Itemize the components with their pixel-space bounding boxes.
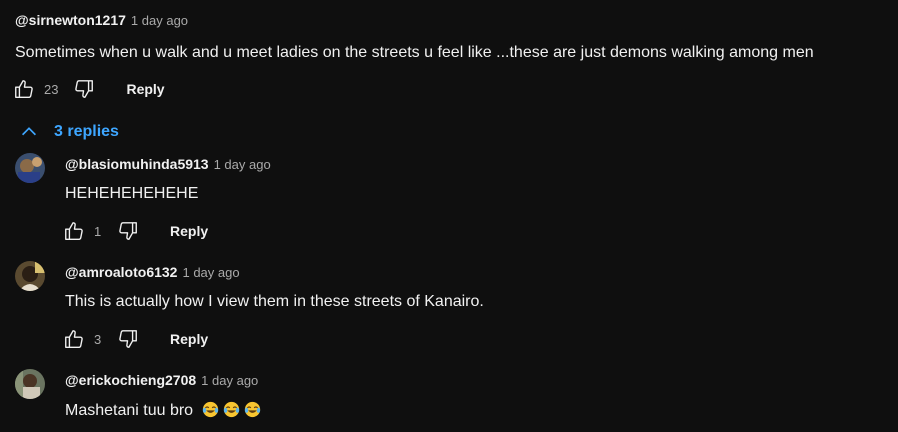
tears-of-joy-emoji [244, 401, 261, 418]
reply-author[interactable]: @erickochieng2708 [65, 372, 196, 388]
reply-author[interactable]: @amroaloto6132 [65, 264, 177, 280]
dislike-button[interactable] [116, 219, 140, 243]
comment-actions: 23 Reply [12, 77, 165, 101]
dislike-button[interactable] [72, 77, 96, 101]
like-button[interactable] [62, 327, 86, 351]
tears-of-joy-emoji [223, 401, 240, 418]
thumbs-up-icon [15, 80, 33, 98]
avatar[interactable] [15, 153, 45, 183]
like-count: 3 [94, 331, 102, 347]
thumbs-up-icon [65, 222, 83, 240]
like-count: 1 [94, 223, 102, 239]
reply-text: HEHEHEHEHEHE [65, 185, 199, 202]
reply-time[interactable]: 1 day ago [201, 373, 258, 388]
reply-text-content: Mashetani tuu bro [65, 402, 194, 419]
comment-author[interactable]: @sirnewton1217 [15, 12, 126, 28]
thumbs-down-icon [75, 80, 94, 98]
like-count: 23 [44, 81, 59, 97]
reply-header: @blasiomuhinda5913 1 day ago [65, 156, 271, 174]
avatar[interactable] [15, 369, 45, 399]
reply-header: @amroaloto6132 1 day ago [65, 264, 240, 282]
comment-header: @sirnewton1217 1 day ago [15, 12, 188, 30]
chevron-up-icon [21, 127, 37, 136]
dislike-button[interactable] [116, 327, 140, 351]
tears-of-joy-emoji [202, 401, 219, 418]
avatar[interactable] [15, 261, 45, 291]
like-button[interactable] [12, 77, 36, 101]
replies-toggle-button[interactable]: 3 replies [18, 120, 119, 144]
reply-button[interactable]: Reply [126, 81, 164, 97]
thumbs-down-icon [119, 222, 137, 240]
comment-time[interactable]: 1 day ago [131, 13, 188, 28]
like-button[interactable] [62, 219, 86, 243]
reply-header: @erickochieng2708 1 day ago [65, 372, 258, 390]
reply-button[interactable]: Reply [170, 331, 208, 347]
reply-actions: 1 Reply [62, 219, 208, 243]
reply-time[interactable]: 1 day ago [182, 265, 239, 280]
thumbs-up-icon [65, 330, 83, 348]
reply-text: This is actually how I view them in thes… [65, 293, 484, 310]
reply-button[interactable]: Reply [170, 223, 208, 239]
comment-text: Sometimes when u walk and u meet ladies … [15, 44, 814, 61]
replies-count-label: 3 replies [54, 123, 119, 140]
reply-actions: 3 Reply [62, 327, 208, 351]
reply-text: Mashetani tuu bro [65, 401, 261, 420]
thumbs-down-icon [119, 330, 137, 348]
reply-author[interactable]: @blasiomuhinda5913 [65, 156, 209, 172]
reply-time[interactable]: 1 day ago [214, 157, 271, 172]
